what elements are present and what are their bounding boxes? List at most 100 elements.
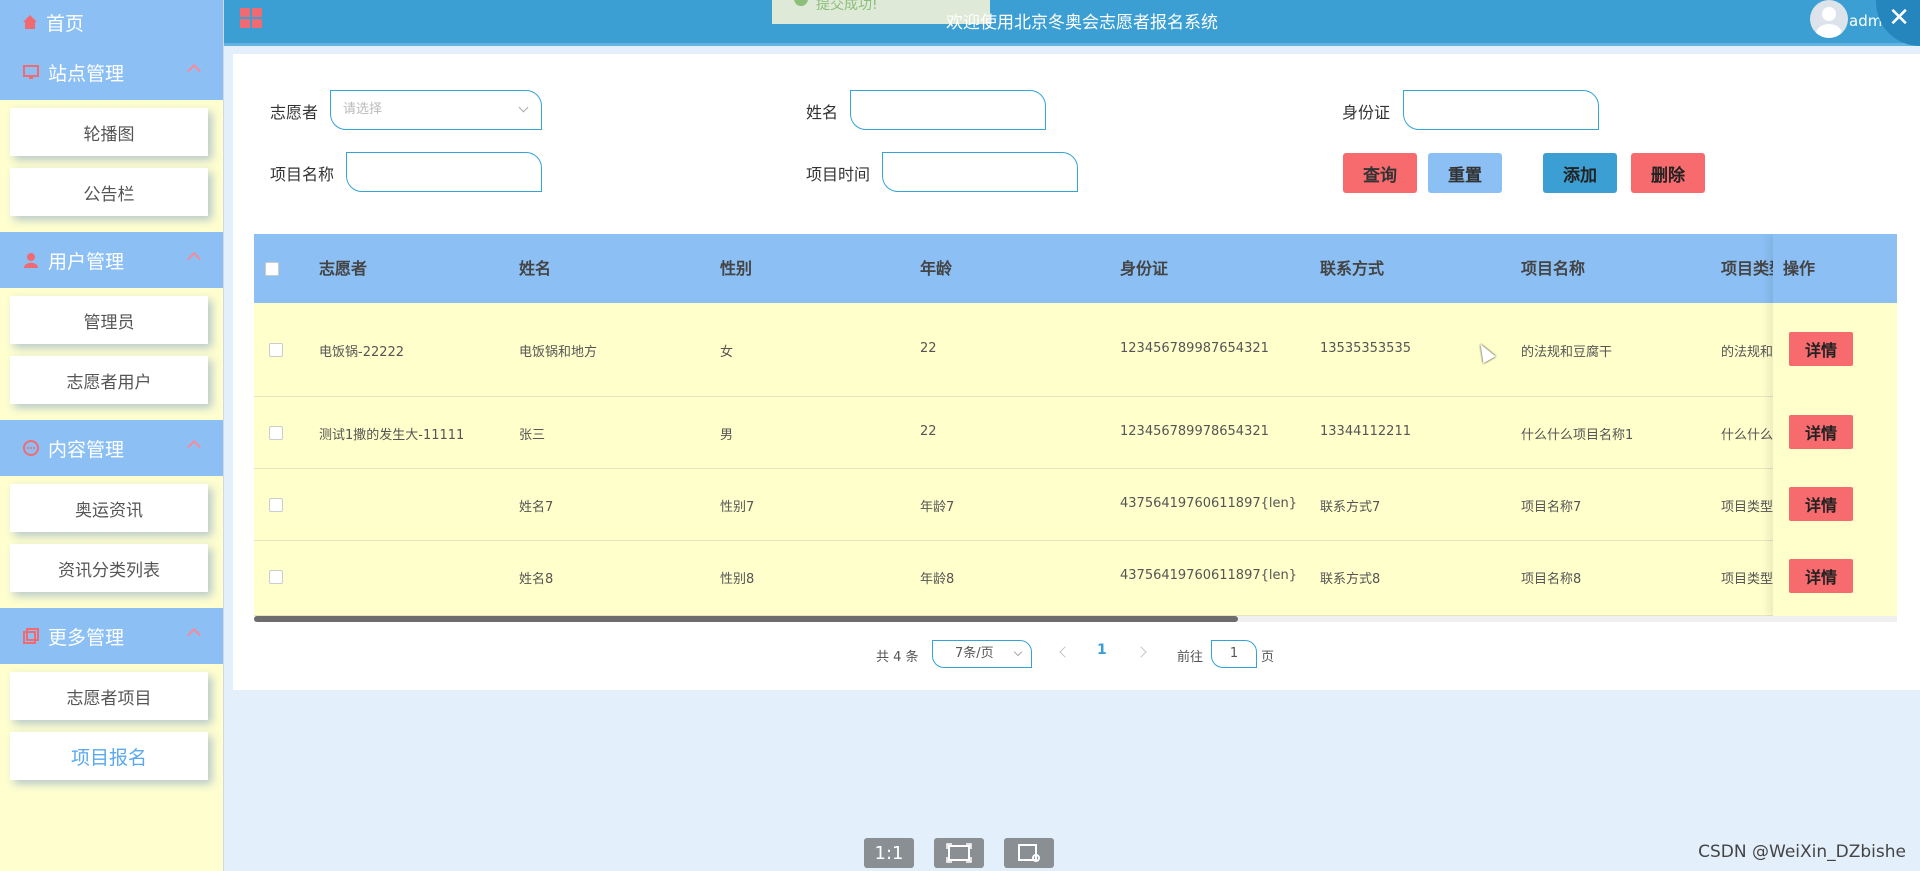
sidebar-item-project-signup[interactable]: 项目报名 bbox=[10, 732, 208, 780]
sidebar-group-site[interactable]: 站点管理 bbox=[0, 44, 223, 100]
cell-contact: 13535353535 bbox=[1320, 341, 1411, 356]
edit-image-icon bbox=[1018, 844, 1040, 862]
cell-gender: 性别7 bbox=[720, 500, 755, 515]
cell-volunteer: 电饭锅-22222 bbox=[319, 345, 405, 360]
cell-contact: 联系方式7 bbox=[1320, 500, 1381, 515]
action-column: 操作 详情 详情 详情 详情 bbox=[1773, 234, 1897, 616]
table-row: 电饭锅-22222 电饭锅和地方 女 22 123456789987654321… bbox=[254, 303, 1897, 397]
detail-button[interactable]: 详情 bbox=[1789, 332, 1853, 366]
current-page[interactable]: 1 bbox=[1097, 642, 1107, 658]
project-time-label: 项目时间 bbox=[806, 165, 871, 184]
project-name-input[interactable] bbox=[346, 152, 542, 192]
col-age: 年龄 bbox=[920, 259, 953, 278]
chat-icon bbox=[23, 440, 39, 456]
horizontal-scrollbar[interactable] bbox=[254, 616, 1897, 622]
cell-project-name: 项目名称8 bbox=[1521, 572, 1582, 587]
table-row: 测试1撒的发生大-11111 张三 男 22 12345678997865432… bbox=[254, 397, 1897, 469]
edit-image-button[interactable] bbox=[1004, 838, 1054, 868]
row-checkbox[interactable] bbox=[269, 570, 283, 584]
query-button[interactable]: 查询 bbox=[1343, 153, 1417, 193]
chevron-down-icon bbox=[1013, 647, 1023, 657]
sidebar-group-user[interactable]: 用户管理 bbox=[0, 232, 223, 288]
actual-size-button[interactable]: 1:1 bbox=[864, 838, 914, 868]
cell-age: 22 bbox=[920, 424, 937, 439]
cell-volunteer: 测试1撒的发生大-11111 bbox=[319, 428, 465, 443]
col-volunteer: 志愿者 bbox=[319, 259, 368, 278]
sidebar-group-label: 更多管理 bbox=[48, 626, 125, 649]
goto-prefix: 前往 bbox=[1177, 650, 1204, 665]
detail-button[interactable]: 详情 bbox=[1789, 487, 1853, 521]
name-input[interactable] bbox=[850, 90, 1046, 130]
table-row: 姓名7 性别7 年龄7 43756419760611897{len} 联系方式7… bbox=[254, 469, 1897, 541]
volunteer-select-placeholder: 请选择 bbox=[343, 102, 383, 117]
cell-contact: 13344112211 bbox=[1320, 424, 1411, 439]
close-icon[interactable]: ✕ bbox=[1888, 4, 1910, 32]
row-checkbox[interactable] bbox=[269, 498, 283, 512]
add-button[interactable]: 添加 bbox=[1543, 153, 1617, 193]
cell-project-name: 什么什么项目名称1 bbox=[1521, 428, 1634, 443]
fit-screen-button[interactable] bbox=[934, 838, 984, 868]
menu-grid-icon[interactable] bbox=[240, 8, 262, 28]
project-time-input[interactable] bbox=[882, 152, 1078, 192]
delete-button[interactable]: 删除 bbox=[1631, 153, 1705, 193]
cell-id-card: 43756419760611897{len} bbox=[1120, 496, 1297, 511]
cell-id-card: 43756419760611897{len} bbox=[1120, 568, 1297, 583]
detail-button[interactable]: 详情 bbox=[1789, 559, 1853, 593]
sidebar-group-content[interactable]: 内容管理 bbox=[0, 420, 223, 476]
reset-button[interactable]: 重置 bbox=[1428, 153, 1502, 193]
cell-age: 22 bbox=[920, 341, 937, 356]
row-checkbox[interactable] bbox=[269, 426, 283, 440]
user-icon bbox=[24, 253, 38, 268]
col-project-name: 项目名称 bbox=[1521, 259, 1586, 278]
cell-age: 年龄7 bbox=[920, 500, 955, 515]
id-input[interactable] bbox=[1403, 90, 1599, 130]
cell-age: 年龄8 bbox=[920, 572, 955, 587]
toast-text: 提交成功! bbox=[816, 0, 878, 13]
col-contact: 联系方式 bbox=[1320, 259, 1385, 278]
sidebar-item-volunteer-project[interactable]: 志愿者项目 bbox=[10, 672, 208, 720]
goto-suffix: 页 bbox=[1261, 650, 1275, 665]
cell-project-name: 项目名称7 bbox=[1521, 500, 1582, 515]
prev-page-icon[interactable] bbox=[1059, 646, 1071, 658]
next-page-icon[interactable] bbox=[1135, 646, 1147, 658]
sidebar-item-admin[interactable]: 管理员 bbox=[10, 296, 208, 344]
table-header: 志愿者 姓名 性别 年龄 身份证 联系方式 项目名称 项目类型 bbox=[254, 234, 1897, 303]
sidebar-item-home[interactable]: 首页 bbox=[0, 0, 223, 44]
chevron-up-icon bbox=[186, 63, 202, 79]
row-checkbox[interactable] bbox=[269, 343, 283, 357]
top-bar: 提交成功! 欢迎使用北京冬奥会志愿者报名系统 admin ✕ bbox=[224, 0, 1920, 46]
sidebar-item-carousel[interactable]: 轮播图 bbox=[10, 108, 208, 156]
volunteer-label: 志愿者 bbox=[270, 103, 319, 122]
cell-name: 张三 bbox=[519, 428, 546, 443]
chevron-up-icon bbox=[186, 627, 202, 643]
chevron-up-icon bbox=[186, 439, 202, 455]
sidebar-group-label: 内容管理 bbox=[48, 438, 125, 461]
page-size-select[interactable]: 7条/页 bbox=[932, 640, 1032, 668]
scrollbar-thumb[interactable] bbox=[254, 616, 1238, 622]
sidebar-item-olympic-news[interactable]: 奥运资讯 bbox=[10, 484, 208, 532]
volunteer-select[interactable]: 请选择 bbox=[330, 90, 542, 130]
sidebar-group-more[interactable]: 更多管理 bbox=[0, 608, 223, 664]
cell-name: 姓名7 bbox=[519, 500, 554, 515]
page-title: 欢迎使用北京冬奥会志愿者报名系统 bbox=[946, 13, 1218, 33]
chevron-down-icon bbox=[518, 102, 529, 113]
name-label: 姓名 bbox=[806, 103, 839, 122]
cell-id-card: 123456789978654321 bbox=[1120, 424, 1269, 439]
monitor-icon bbox=[23, 65, 39, 79]
select-all-checkbox[interactable] bbox=[265, 262, 279, 276]
sidebar-item-notice[interactable]: 公告栏 bbox=[10, 168, 208, 216]
table-row: 姓名8 性别8 年龄8 43756419760611897{len} 联系方式8… bbox=[254, 541, 1897, 616]
detail-button[interactable]: 详情 bbox=[1789, 415, 1853, 449]
id-label: 身份证 bbox=[1342, 103, 1391, 122]
avatar[interactable] bbox=[1810, 0, 1848, 38]
pagination-total: 共 4 条 bbox=[876, 650, 919, 665]
chevron-up-icon bbox=[186, 251, 202, 267]
cell-gender: 性别8 bbox=[720, 572, 755, 587]
sidebar-item-news-category[interactable]: 资讯分类列表 bbox=[10, 544, 208, 592]
sidebar-item-volunteer-user[interactable]: 志愿者用户 bbox=[10, 356, 208, 404]
sidebar-group-label: 用户管理 bbox=[48, 250, 125, 273]
main-panel: 志愿者 请选择 姓名 身份证 项目名称 项目时间 查询 重置 添加 删除 志愿者… bbox=[233, 54, 1920, 690]
goto-page-input[interactable]: 1 bbox=[1211, 640, 1257, 668]
check-circle-icon bbox=[794, 0, 808, 6]
cell-gender: 男 bbox=[720, 428, 734, 443]
